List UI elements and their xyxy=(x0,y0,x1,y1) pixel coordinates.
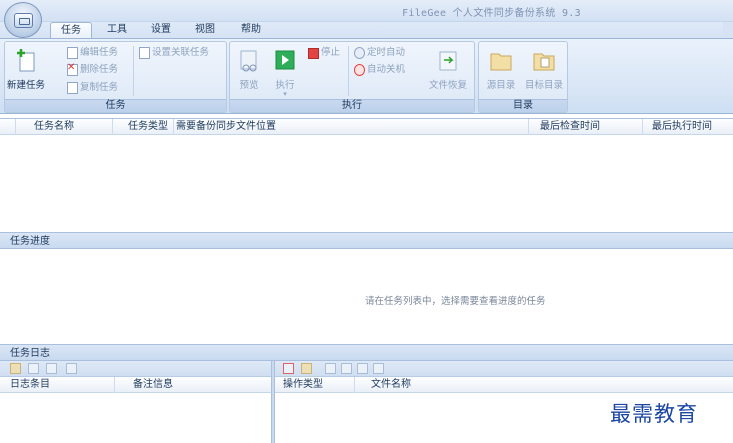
column-operation-type[interactable]: 操作类型 xyxy=(275,377,355,393)
log-right-header: 操作类型 文件名称 xyxy=(275,377,733,393)
delete-icon xyxy=(67,61,78,76)
source-dir-button[interactable]: 源目录 xyxy=(482,48,520,91)
target-folder-icon xyxy=(532,48,556,74)
clear-log-icon[interactable] xyxy=(66,363,77,374)
file-restore-button[interactable]: 文件恢复 xyxy=(426,48,470,91)
source-folder-icon xyxy=(489,48,513,74)
new-task-icon xyxy=(14,48,38,74)
group-separator xyxy=(133,46,134,96)
task-list[interactable] xyxy=(0,135,733,230)
stop-button[interactable]: 停止 xyxy=(308,46,340,60)
clock-icon xyxy=(354,47,365,59)
execute-label: 执行 xyxy=(275,80,295,91)
execute-button[interactable]: 执行 ▾ xyxy=(270,48,300,98)
column-file-location[interactable]: 需要备份同步文件位置 xyxy=(174,119,529,135)
delete-task-button[interactable]: 删除任务 xyxy=(67,61,119,77)
scheduled-auto-label: 定时自动 xyxy=(367,47,406,58)
log-page-icon[interactable] xyxy=(28,363,39,374)
progress-section-title: 任务进度 xyxy=(0,232,733,249)
scheduled-auto-button[interactable]: 定时自动 xyxy=(354,46,405,60)
task-group-label: 任务 xyxy=(5,99,226,112)
app-icon xyxy=(14,13,33,28)
log-left-toolbar xyxy=(0,361,271,377)
row-indicator-column xyxy=(0,119,16,135)
preview-icon xyxy=(237,48,261,74)
copy-icon xyxy=(67,82,78,94)
copy-task-button[interactable]: 复制任务 xyxy=(67,81,118,95)
file-restore-label: 文件恢复 xyxy=(428,80,467,91)
target-dir-label: 目标目录 xyxy=(524,80,563,91)
execute-dropdown-icon: ▾ xyxy=(283,90,287,98)
column-task-type[interactable]: 任务类型 xyxy=(113,119,174,135)
auto-shutdown-button[interactable]: 自动关机 xyxy=(354,63,405,77)
tab-view[interactable]: 视图 xyxy=(190,22,220,38)
log-section-title: 任务日志 xyxy=(0,344,733,361)
open-log-icon[interactable] xyxy=(10,363,21,374)
tab-settings[interactable]: 设置 xyxy=(146,22,176,38)
directory-group-label: 目录 xyxy=(479,99,567,112)
edit-icon xyxy=(67,47,78,59)
prev-page-icon[interactable] xyxy=(341,363,352,374)
app-menu-button[interactable] xyxy=(4,2,42,38)
group-separator xyxy=(348,46,349,96)
ribbon-corner xyxy=(723,22,733,38)
ribbon: 新建任务 编辑任务 删除任务 复制任务 设置关联任务 任务 预览 xyxy=(0,38,733,114)
run-group-label: 执行 xyxy=(230,99,474,112)
tab-help[interactable]: 帮助 xyxy=(236,22,266,38)
set-linked-task-button[interactable]: 设置关联任务 xyxy=(139,46,209,60)
tab-task[interactable]: 任务 xyxy=(50,22,92,39)
preview-button[interactable]: 预览 xyxy=(234,48,264,91)
delete-task-label: 删除任务 xyxy=(80,64,119,75)
window-title: FileGee 个人文件同步备份系统 9.3 xyxy=(402,8,581,19)
preview-label: 预览 xyxy=(239,80,259,91)
last-page-icon[interactable] xyxy=(373,363,384,374)
stop-label: 停止 xyxy=(321,47,341,58)
log-splitter[interactable] xyxy=(271,361,275,443)
first-page-icon[interactable] xyxy=(325,363,336,374)
file-restore-icon xyxy=(436,48,460,74)
column-file-name[interactable]: 文件名称 xyxy=(355,377,733,393)
delete-file-icon[interactable] xyxy=(283,363,294,374)
tab-tools[interactable]: 工具 xyxy=(102,22,132,38)
edit-task-button[interactable]: 编辑任务 xyxy=(67,46,118,60)
link-task-icon xyxy=(139,47,150,59)
progress-hint: 请在任务列表中，选择需要查看进度的任务 xyxy=(365,296,546,307)
column-last-check-time[interactable]: 最后检查时间 xyxy=(529,119,643,135)
log-left-header: 日志条目 备注信息 xyxy=(0,377,271,393)
copy-task-label: 复制任务 xyxy=(80,82,119,93)
column-remarks[interactable]: 备注信息 xyxy=(115,377,271,393)
log-entries-list[interactable] xyxy=(0,393,271,443)
new-task-button[interactable]: 新建任务 xyxy=(7,48,45,91)
stop-icon xyxy=(308,47,319,59)
new-task-label: 新建任务 xyxy=(7,80,46,91)
execute-icon xyxy=(273,48,297,74)
column-task-name[interactable]: 任务名称 xyxy=(16,119,113,135)
open-folder-icon[interactable] xyxy=(301,363,312,374)
set-linked-task-label: 设置关联任务 xyxy=(152,47,210,58)
column-last-run-time[interactable]: 最后执行时间 xyxy=(643,119,733,135)
edit-task-label: 编辑任务 xyxy=(80,47,119,58)
power-icon xyxy=(354,64,365,76)
ribbon-group-task: 新建任务 编辑任务 删除任务 复制任务 设置关联任务 任务 xyxy=(4,41,227,113)
target-dir-button[interactable]: 目标目录 xyxy=(521,48,567,91)
task-table-header: 任务名称 任务类型 需要备份同步文件位置 最后检查时间 最后执行时间 xyxy=(0,118,733,135)
ribbon-tabstrip: 任务 工具 设置 视图 帮助 xyxy=(0,22,733,39)
source-dir-label: 源目录 xyxy=(486,80,516,91)
ribbon-group-run: 预览 执行 ▾ 停止 定时自动 自动关机 文件恢复 执行 xyxy=(229,41,475,113)
watermark-text: 最需教育 xyxy=(610,402,698,426)
delete-log-icon[interactable] xyxy=(46,363,57,374)
log-right-toolbar xyxy=(275,361,733,377)
ribbon-group-directory: 源目录 目标目录 目录 xyxy=(478,41,568,113)
column-log-entry[interactable]: 日志条目 xyxy=(0,377,115,393)
auto-shutdown-label: 自动关机 xyxy=(367,64,406,75)
next-page-icon[interactable] xyxy=(357,363,368,374)
